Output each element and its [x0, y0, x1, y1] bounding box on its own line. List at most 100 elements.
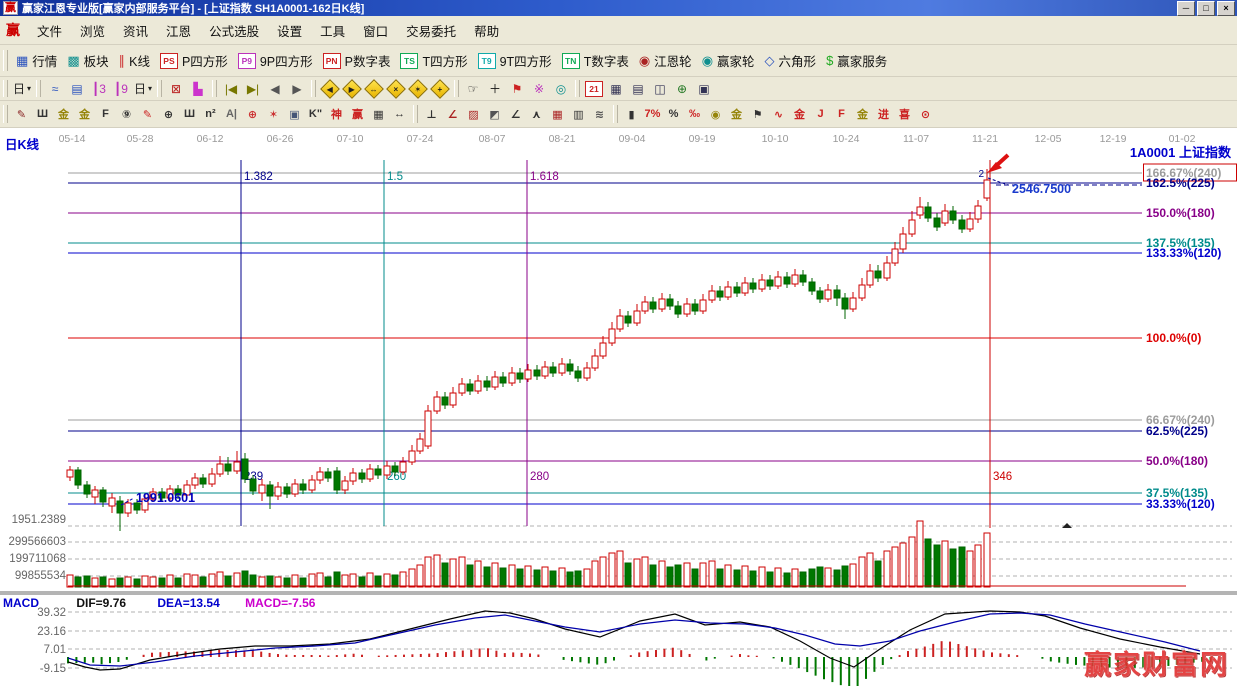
draw-tool-36-button[interactable]: ⚑ [748, 104, 767, 124]
draw-tool-32-button[interactable]: % [664, 104, 683, 124]
calendar-21-icon: 21 [585, 81, 603, 97]
draw-tool-37-button[interactable]: ∿ [769, 104, 788, 124]
menu-item-江恩[interactable]: 江恩 [157, 23, 200, 41]
menu-item-工具[interactable]: 工具 [311, 23, 354, 41]
brain-button[interactable]: ◎ [551, 79, 571, 98]
draw-tool-15-button[interactable]: 神 [327, 104, 346, 124]
next-button[interactable]: ▶ [287, 79, 307, 98]
dm-right-button[interactable]: ▶ [342, 79, 362, 99]
calculator-button[interactable]: ▦ [606, 79, 626, 98]
menu-item-浏览[interactable]: 浏览 [71, 23, 114, 41]
draw-tool-12-button[interactable]: ✶ [264, 104, 283, 124]
draw-tool-2-button[interactable]: 金 [54, 104, 73, 124]
draw-tool-18-button[interactable]: ↔ [390, 104, 409, 124]
9t-square-button[interactable]: T99T四方形 [473, 50, 557, 71]
draw-tool-30-button[interactable]: ▮ [622, 104, 641, 124]
t-square-button[interactable]: TST四方形 [395, 50, 472, 71]
draw-tool-40-button[interactable]: F [832, 104, 851, 124]
restore-button[interactable]: □ [1197, 1, 1215, 16]
draw-tool-10-button[interactable]: A| [222, 104, 241, 124]
print-button[interactable]: ▣ [694, 79, 714, 98]
draw-tool-34-button[interactable]: ◉ [706, 104, 725, 124]
draw-tool-31-button[interactable]: 7% [643, 104, 662, 124]
draw-tool-22-button[interactable]: ▨ [464, 104, 483, 124]
menu-item-窗口[interactable]: 窗口 [354, 23, 397, 41]
draw-tool-4-button[interactable]: F [96, 104, 115, 124]
close-button[interactable]: × [1217, 1, 1235, 16]
draw-tool-6-button[interactable]: ✎ [138, 104, 157, 124]
draw-tool-35-button[interactable]: 金 [727, 104, 746, 124]
draw-tool-27-button[interactable]: ▥ [569, 104, 588, 124]
draw-tool-25-button[interactable]: ⋏ [527, 104, 546, 124]
notepad-button[interactable]: ▤ [628, 79, 648, 98]
draw-tool-16-button[interactable]: 赢 [348, 104, 367, 124]
candle-style-button[interactable]: 日▾ [12, 79, 32, 98]
t-number-button[interactable]: TNT数字表 [557, 50, 634, 71]
draw-tool-21-button[interactable]: ∠ [443, 104, 462, 124]
draw-tool-42-button[interactable]: 进 [874, 104, 893, 124]
draw-tool-5-button[interactable]: ⑨ [117, 104, 136, 124]
menu-item-公式选股[interactable]: 公式选股 [200, 23, 268, 41]
menu-item-设置[interactable]: 设置 [268, 23, 311, 41]
draw-tool-28-button[interactable]: ≋ [590, 104, 609, 124]
minimize-button[interactable]: ─ [1177, 1, 1195, 16]
draw-tool-3-button[interactable]: 金 [75, 104, 94, 124]
draw-tool-43-button[interactable]: 喜 [895, 104, 914, 124]
winner-service-button[interactable]: $赢家服务 [821, 50, 892, 71]
bars-9-button[interactable]: ┃9 [111, 79, 131, 98]
notes-button[interactable]: ▤ [67, 79, 87, 98]
draw-tool-41-button[interactable]: 金 [853, 104, 872, 124]
p-number-button[interactable]: PNP数字表 [318, 50, 396, 71]
dm-expand-button[interactable]: ↔ [364, 79, 384, 99]
draw-tool-13-button[interactable]: ▣ [285, 104, 304, 124]
draw-tool-24-button[interactable]: ∠ [506, 104, 525, 124]
menu-item-资讯[interactable]: 资讯 [114, 23, 157, 41]
network-button[interactable]: ⊕ [672, 79, 692, 98]
gann-wheel-button[interactable]: ◉江恩轮 [634, 50, 697, 71]
kline-button[interactable]: ∥K线 [114, 50, 155, 71]
9p-square-button[interactable]: P99P四方形 [233, 50, 318, 71]
menu-item-交易委托[interactable]: 交易委托 [397, 23, 465, 41]
save-button[interactable]: ◫ [650, 79, 670, 98]
draw-tool-11-button[interactable]: ⊕ [243, 104, 262, 124]
draw-tool-7-button[interactable]: ⊕ [159, 104, 178, 124]
menu-item-帮助[interactable]: 帮助 [465, 23, 508, 41]
draw-tool-17-button[interactable]: ▦ [369, 104, 388, 124]
last-page-button[interactable]: ▶| [243, 79, 263, 98]
draw-tool-23-button[interactable]: ◩ [485, 104, 504, 124]
winner-wheel-button[interactable]: ◉赢家轮 [697, 50, 760, 71]
prev-button[interactable]: ◀ [265, 79, 285, 98]
quotes-button[interactable]: ▦行情 [11, 50, 62, 71]
volume-profile-button[interactable]: ▙ [188, 79, 208, 98]
crosshair-button[interactable]: ＋ [485, 79, 505, 98]
dm-close-button[interactable]: × [386, 79, 406, 99]
flag-button[interactable]: ⚑ [507, 79, 527, 98]
menu-item-文件[interactable]: 文件 [28, 23, 71, 41]
candle-type-button[interactable]: 日▾ [133, 79, 153, 98]
draw-tool-14-button[interactable]: K" [306, 104, 325, 124]
dm-star-button[interactable]: ✶ [408, 79, 428, 99]
bars-3-button[interactable]: ┃3 [89, 79, 109, 98]
draw-tool-20-button[interactable]: ⊥ [422, 104, 441, 124]
seal-button[interactable]: ⊠ [166, 79, 186, 98]
draw-tool-39-button[interactable]: J [811, 104, 830, 124]
calendar-21-button[interactable]: 21 [584, 79, 604, 98]
draw-tool-8-button[interactable]: Ш [180, 104, 199, 124]
dm-left-button[interactable]: ◀ [320, 79, 340, 99]
draw-tool-26-button[interactable]: ▦ [548, 104, 567, 124]
flower-button[interactable]: ※ [529, 79, 549, 98]
draw-tool-38-button[interactable]: 金 [790, 104, 809, 124]
draw-tool-0-button[interactable]: ✎ [12, 104, 31, 124]
draw-tool-1-button[interactable]: Ш [33, 104, 52, 124]
hand-button[interactable]: ☞ [463, 79, 483, 98]
macd-panel-label[interactable]: MACD [3, 596, 39, 610]
draw-tool-9-button[interactable]: n² [201, 104, 220, 124]
p-square-button[interactable]: PSP四方形 [155, 50, 233, 71]
first-page-button[interactable]: |◀ [221, 79, 241, 98]
sectors-button[interactable]: ▩板块 [62, 50, 113, 71]
hexagon-button[interactable]: ◇六角形 [760, 50, 822, 71]
dm-cross-button[interactable]: + [430, 79, 450, 99]
draw-tool-44-button[interactable]: ⊙ [916, 104, 935, 124]
pattern-button[interactable]: ≈ [45, 79, 65, 98]
draw-tool-33-button[interactable]: ‰ [685, 104, 704, 124]
